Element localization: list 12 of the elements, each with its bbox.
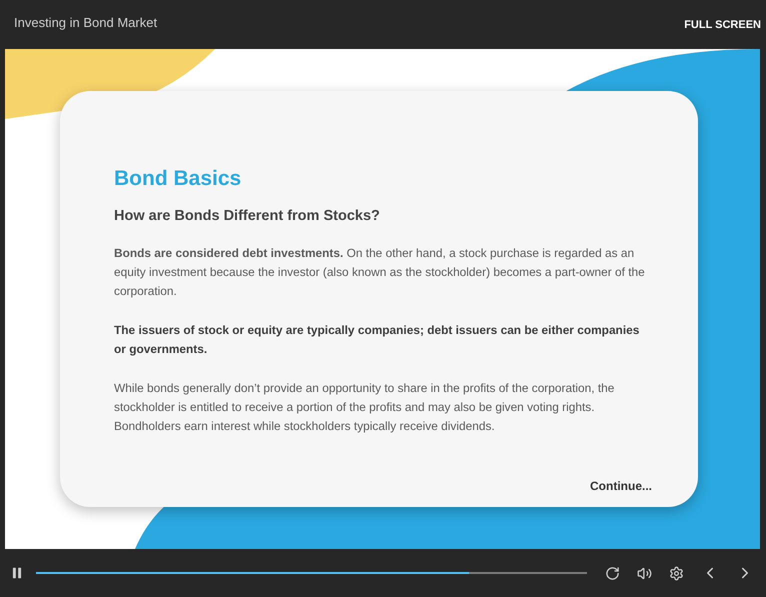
paragraph: While bonds generally don’t provide an opportunity to share in the profits of the corporation, the stockholder is entitled to receive a portion of the profits and may also be given voting rights. Bondholders earn interest while stockholders typically receive dividends. (114, 380, 616, 435)
slide-title: Bond Basics (114, 167, 242, 191)
course-title: Investing in Bond Market (14, 15, 158, 30)
continue-link[interactable]: Continue... (590, 479, 652, 493)
replay-icon[interactable] (605, 566, 620, 580)
paragraph: The issuers of stock or equity are typically companies; debt issuers can be either companies or governments. (114, 322, 640, 358)
slide-subtitle: How are Bonds Different from Stocks? (114, 208, 381, 224)
pause-icon[interactable] (10, 566, 24, 580)
settings-icon[interactable] (669, 566, 684, 580)
paragraph: Bonds are considered debt investments. On the other hand, a stock purchase is regarded as an equity investment because the investor (also known as the stockholder) becomes a part-owner of the corporation. (114, 245, 646, 300)
volume-icon[interactable] (637, 566, 652, 580)
full-screen-button[interactable]: FULL SCREEN (684, 18, 761, 30)
